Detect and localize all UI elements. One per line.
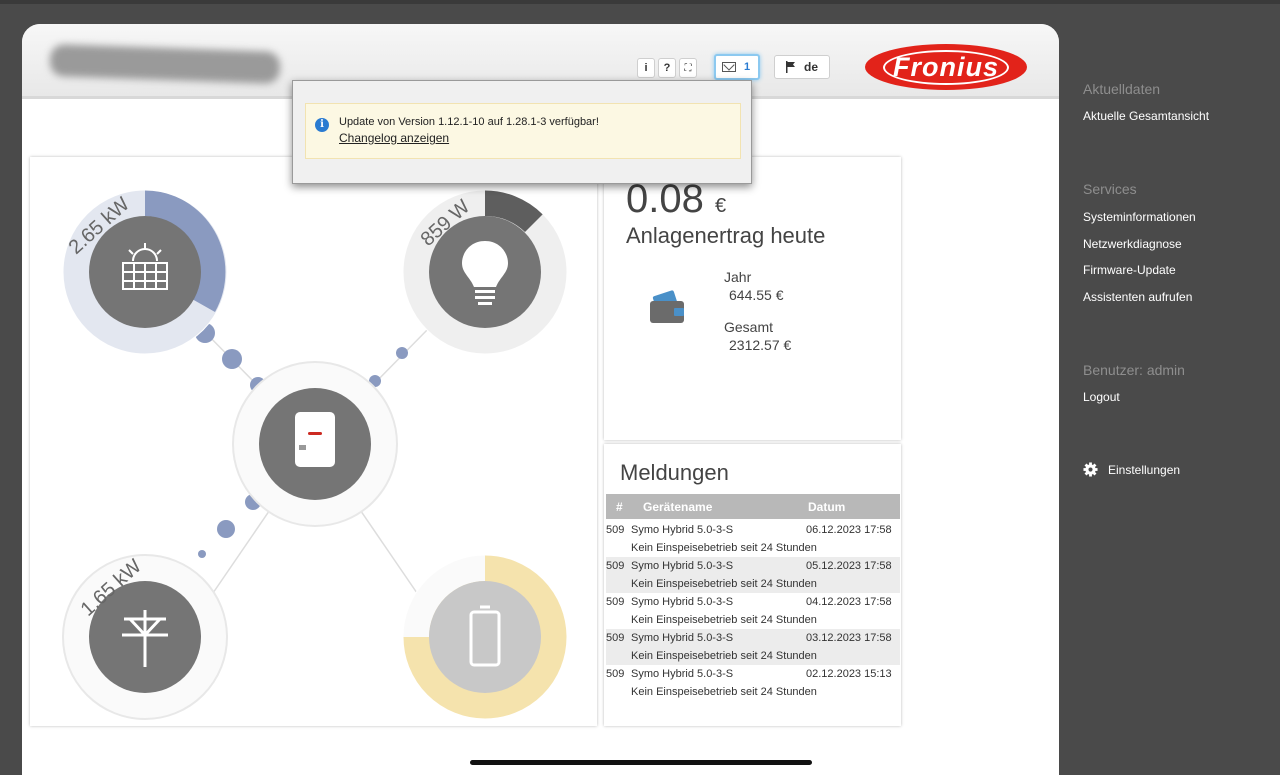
sidebar-item-logout[interactable]: Logout bbox=[1083, 390, 1120, 404]
sidebar-item-netdiag[interactable]: Netzwerkdiagnose bbox=[1083, 237, 1182, 251]
inverter-icon bbox=[295, 412, 335, 467]
help-button[interactable]: ? bbox=[658, 58, 676, 78]
sidebar-section-current: Aktuelldaten bbox=[1083, 81, 1161, 97]
column-number: # bbox=[616, 500, 623, 514]
language-button[interactable]: de bbox=[774, 55, 830, 79]
messages-table-body: 509 Symo Hybrid 5.0-3-S 06.12.2023 17:58… bbox=[606, 521, 900, 701]
energy-flow-panel: 2.65 kW 859 W 1.65 kW bbox=[30, 157, 597, 726]
sidebar-item-sysinfo[interactable]: Systeminformationen bbox=[1083, 210, 1196, 224]
sidebar-item-assistant[interactable]: Assistenten aufrufen bbox=[1083, 290, 1192, 304]
year-label: Jahr bbox=[724, 269, 752, 285]
changelog-link[interactable]: Changelog anzeigen bbox=[339, 131, 449, 145]
inverter-node[interactable] bbox=[232, 361, 398, 527]
update-notice: i Update von Version 1.12.1-10 auf 1.28.… bbox=[305, 103, 741, 159]
language-label: de bbox=[803, 60, 818, 74]
blurred-system-name bbox=[49, 43, 281, 85]
table-row[interactable]: 509 Symo Hybrid 5.0-3-S 04.12.2023 17:58… bbox=[606, 593, 900, 629]
messages-card: Meldungen # Gerätename Datum 509 Symo Hy… bbox=[604, 444, 901, 726]
messages-button[interactable]: 1 bbox=[714, 54, 760, 80]
fullscreen-button[interactable]: ⛶ bbox=[679, 58, 697, 78]
column-date: Datum bbox=[808, 500, 846, 514]
wallet-icon bbox=[650, 290, 684, 323]
envelope-icon bbox=[722, 62, 736, 72]
total-value: 2312.57 € bbox=[729, 337, 792, 353]
info-icon: i bbox=[315, 118, 329, 132]
sidebar-section-services: Services bbox=[1083, 181, 1137, 197]
total-label: Gesamt bbox=[724, 319, 774, 335]
fronius-logo[interactable]: Fronius bbox=[865, 44, 1027, 90]
flag-icon bbox=[785, 61, 795, 73]
update-message: Update von Version 1.12.1-10 auf 1.28.1-… bbox=[339, 116, 599, 128]
messages-table-header: # Gerätename Datum bbox=[606, 494, 900, 519]
update-popup: i Update von Version 1.12.1-10 auf 1.28.… bbox=[292, 80, 752, 184]
gear-icon bbox=[1083, 462, 1098, 477]
column-device: Gerätename bbox=[643, 500, 713, 514]
home-indicator[interactable] bbox=[470, 760, 812, 765]
table-row[interactable]: 509 Symo Hybrid 5.0-3-S 06.12.2023 17:58… bbox=[606, 521, 900, 557]
messages-count: 1 bbox=[744, 61, 751, 73]
battery-node[interactable] bbox=[402, 554, 568, 720]
sidebar-section-user: Benutzer: admin bbox=[1083, 362, 1185, 378]
table-row[interactable]: 509 Symo Hybrid 5.0-3-S 03.12.2023 17:58… bbox=[606, 629, 900, 665]
earnings-card: 0.08 € Anlagenertrag heute Jahr 644.55 €… bbox=[604, 157, 901, 440]
pv-node[interactable] bbox=[62, 189, 228, 355]
table-row[interactable]: 509 Symo Hybrid 5.0-3-S 05.12.2023 17:58… bbox=[606, 557, 900, 593]
earnings-title: Anlagenertrag heute bbox=[626, 223, 826, 248]
sidebar-item-overview[interactable]: Aktuelle Gesamtansicht bbox=[1083, 109, 1209, 123]
year-value: 644.55 € bbox=[729, 287, 784, 303]
sidebar-item-firmware[interactable]: Firmware-Update bbox=[1083, 263, 1176, 277]
sidebar-item-settings[interactable]: Einstellungen bbox=[1108, 463, 1180, 477]
messages-title: Meldungen bbox=[620, 460, 729, 485]
info-button[interactable]: i bbox=[637, 58, 655, 78]
sidebar: Aktuelldaten Aktuelle Gesamtansicht Serv… bbox=[1060, 0, 1280, 775]
grid-node[interactable] bbox=[62, 554, 228, 720]
load-node[interactable] bbox=[402, 189, 568, 355]
table-row[interactable]: 509 Symo Hybrid 5.0-3-S 02.12.2023 15:13… bbox=[606, 665, 900, 701]
